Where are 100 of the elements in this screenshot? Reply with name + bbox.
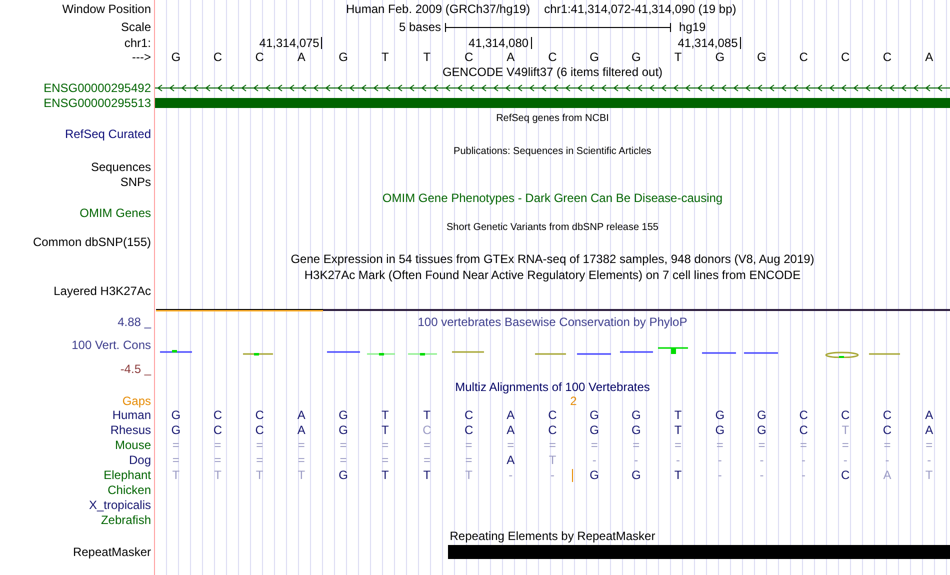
alignment-base: T xyxy=(423,469,431,482)
alignment-base: = xyxy=(256,439,264,452)
alignment-base: - xyxy=(718,469,722,482)
coordinate-tick: 41,314,085 xyxy=(678,37,741,49)
alignment-base: G xyxy=(338,469,348,482)
alignment-base: = xyxy=(465,454,472,467)
base-letter: T xyxy=(381,50,389,64)
track-label: Window Position xyxy=(62,2,151,16)
alignment-base: C xyxy=(213,409,222,422)
alignment-base: = xyxy=(884,439,891,452)
alignment-base: = xyxy=(340,454,347,467)
alignment-base: A xyxy=(925,424,934,437)
base-letter: C xyxy=(882,50,892,64)
alignment-base: C xyxy=(422,424,432,437)
alignment-base: = xyxy=(465,439,472,452)
alignment-base: C xyxy=(548,409,557,422)
alignment-base: T xyxy=(381,469,389,482)
alignment-base: T xyxy=(674,424,682,437)
track-label: Dog xyxy=(128,454,151,467)
alignment-base: - xyxy=(885,454,890,467)
track-title: OMIM Gene Phenotypes - Dark Green Can Be Disease-causing xyxy=(382,192,723,204)
track-title: Short Genetic Variants from dbSNP release 155 xyxy=(446,220,658,234)
track-title: Publications: Sequences in Scientific Articles xyxy=(454,144,652,158)
alignment-base: C xyxy=(255,424,264,437)
base-letter: G xyxy=(590,50,599,64)
base-letter: T xyxy=(423,50,431,64)
alignment-base: G xyxy=(632,424,641,437)
alignment-base: T xyxy=(423,409,431,422)
alignment-base: C xyxy=(799,409,808,422)
alignment-base: = xyxy=(842,439,849,452)
alignment-base: = xyxy=(674,439,682,452)
alignment-base: C xyxy=(882,409,892,422)
gap-count: 2 xyxy=(570,394,577,408)
base-letter: G xyxy=(757,50,766,64)
base-letter: G xyxy=(338,50,348,64)
assembly-name: Human Feb. 2009 (GRCh37/hg19) xyxy=(346,2,530,16)
alignment-base: T xyxy=(925,469,933,482)
axis-label: 4.88 _ xyxy=(118,316,151,328)
base-letter: A xyxy=(506,50,515,64)
base-letter: A xyxy=(925,50,934,64)
alignment-base: T xyxy=(298,469,306,482)
track-title: GENCODE V49lift37 (6 items filtered out) xyxy=(442,66,663,78)
position-text: chr1:41,314,072-41,314,090 (19 bp) xyxy=(544,2,736,16)
alignment-base: C xyxy=(548,424,557,437)
alignment-base: - xyxy=(550,469,554,482)
alignment-base: G xyxy=(757,409,766,422)
alignment-base: = xyxy=(800,439,808,452)
base-letter: C xyxy=(841,50,850,64)
alignment-base: - xyxy=(634,454,638,467)
alignment-base: G xyxy=(590,424,599,437)
track-label: 100 Vert. Cons xyxy=(72,338,151,352)
alignment-base: = xyxy=(632,439,640,452)
base-letter: C xyxy=(464,50,474,64)
alignment-base: C xyxy=(464,409,474,422)
track-label: Chicken xyxy=(108,484,151,497)
track-label: RepeatMasker xyxy=(72,546,151,558)
coordinate-tick: 41,314,075 xyxy=(259,37,322,49)
alignment-base: = xyxy=(423,454,430,467)
alignment-base: G xyxy=(171,424,181,437)
alignment-base: - xyxy=(802,454,806,467)
alignment-base: = xyxy=(340,439,347,452)
alignment-base: - xyxy=(760,469,764,482)
alignment-base: A xyxy=(297,424,306,437)
track-title: Repeating Elements by RepeatMasker xyxy=(450,530,656,542)
base-letter: T xyxy=(674,50,682,64)
base-letter: A xyxy=(297,50,306,64)
alignment-base: A xyxy=(297,409,306,422)
alignment-base: G xyxy=(171,409,181,422)
alignment-base: C xyxy=(255,409,264,422)
alignment-base: T xyxy=(256,469,264,482)
alignment-base: A xyxy=(506,424,515,437)
alignment-base: = xyxy=(423,439,430,452)
track-title: H3K27Ac Mark (Often Found Near Active Regulatory Elements) on 7 cell lines from ENCODE xyxy=(304,268,801,282)
coordinate-tick: 41,314,080 xyxy=(468,37,532,49)
base-letter: C xyxy=(255,50,264,64)
alignment-base: A xyxy=(883,469,892,482)
alignment-base: C xyxy=(882,424,892,437)
base-letter: G xyxy=(632,50,641,64)
alignment-base: - xyxy=(802,469,806,482)
track-label: ---> xyxy=(132,50,151,64)
alignment-base: = xyxy=(298,454,305,467)
alignment-base: = xyxy=(758,439,766,452)
alignment-base: = xyxy=(214,454,222,467)
track-label: chr1: xyxy=(124,36,151,50)
alignment-base: = xyxy=(256,454,264,467)
alignment-base: C xyxy=(841,409,850,422)
alignment-base: = xyxy=(926,439,933,452)
alignment-base: G xyxy=(715,424,725,437)
alignment-base: = xyxy=(214,439,222,452)
alignment-base: = xyxy=(507,439,514,452)
alignment-base: T xyxy=(214,469,222,482)
alignment-base: G xyxy=(338,409,348,422)
base-letter: C xyxy=(213,50,222,64)
track-label: Rhesus xyxy=(110,424,151,437)
alignment-base: = xyxy=(382,439,389,452)
alignment-base: G xyxy=(632,409,641,422)
alignment-base: G xyxy=(757,424,766,437)
alignment-base: = xyxy=(172,439,180,452)
scale-text: 5 bases xyxy=(399,20,442,34)
track-label: Zebrafish xyxy=(100,514,151,527)
